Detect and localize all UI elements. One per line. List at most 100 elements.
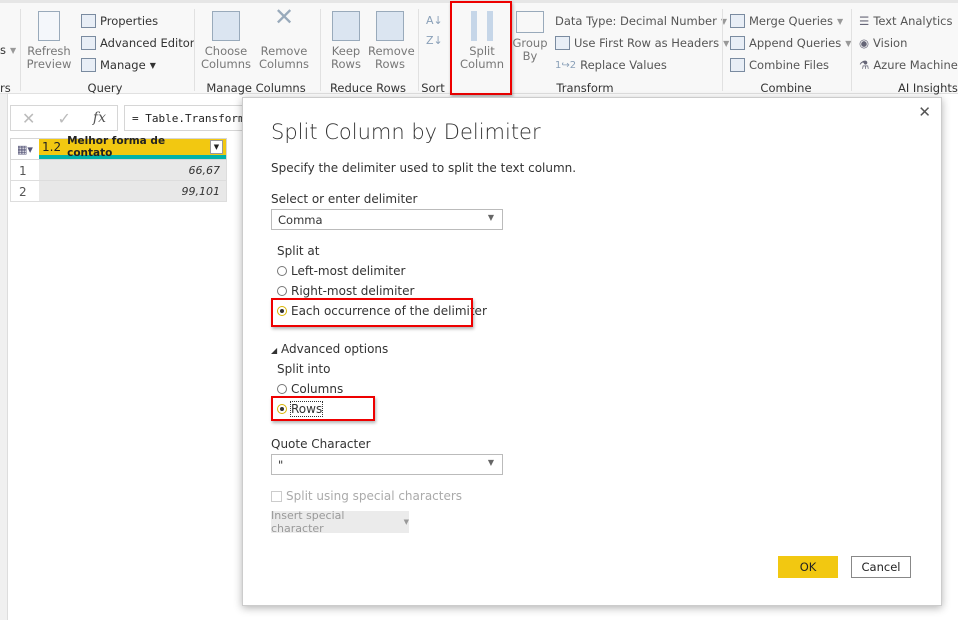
label: Use First Row as Headers (574, 36, 720, 50)
radio-right-most[interactable]: Right-most delimiter (277, 284, 414, 298)
group-label-sort: Sort (421, 81, 445, 95)
advanced-options-toggle[interactable]: ◢ Advanced options (271, 342, 388, 356)
row-number: 1 (19, 164, 27, 178)
group-by-button[interactable]: Group By (512, 11, 548, 63)
column-type-icon[interactable]: 1.2 (42, 140, 61, 154)
triangle-icon: ◢ (271, 346, 278, 355)
radio-icon (277, 266, 287, 276)
data-type-dropdown[interactable]: Data Type: Decimal Number ▼ (555, 14, 727, 28)
azure-ml-button[interactable]: ⚗ Azure Machine (859, 58, 958, 72)
row-number: 2 (19, 185, 27, 199)
use-first-row-button[interactable]: Use First Row as Headers ▼ (555, 36, 729, 50)
dialog-description: Specify the delimiter used to split the … (271, 161, 577, 175)
replace-values-button[interactable]: 1↪2 Replace Values (555, 58, 667, 72)
cell[interactable]: 66,67 (39, 160, 226, 180)
keep-rows-button[interactable]: Keep Rows (324, 11, 368, 71)
label: Columns (291, 382, 344, 396)
partial-button[interactable]: s ▼ (0, 43, 16, 57)
combine-icon (730, 58, 745, 72)
remove-rows-button[interactable]: Remove Rows (368, 11, 415, 71)
properties-icon (81, 14, 96, 28)
group-label-query: Query (87, 81, 123, 95)
radio-left-most[interactable]: Left-most delimiter (277, 264, 405, 278)
table-menu-icon[interactable]: ▦▾ (11, 139, 39, 159)
group-label-ai-insights: AI Insights (898, 81, 958, 95)
editor-icon (81, 36, 96, 50)
remove-columns-icon: ✕ (273, 3, 295, 31)
split-into-label: Split into (277, 362, 331, 376)
label: Data Type: Decimal Number (555, 14, 717, 28)
cancel-button[interactable]: Cancel (851, 556, 911, 578)
label: Text Analytics (873, 14, 953, 28)
insert-special-character-button[interactable]: Insert special character ▼ (271, 509, 409, 535)
chevron-down-icon: ▼ (487, 213, 494, 222)
split-column-dialog: ✕ Split Column by Delimiter Specify the … (242, 97, 942, 606)
columns-icon (212, 11, 240, 41)
queries-pane-collapsed (0, 94, 8, 620)
label: Advanced options (280, 342, 389, 356)
radio-icon (277, 384, 287, 394)
choose-columns-button[interactable]: Choose Columns (198, 11, 254, 71)
data-grid: ▦▾ 1.2 Melhor forma de contato ▼ 1 66,67 … (10, 135, 227, 202)
eye-icon: ◉ (859, 36, 870, 50)
refresh-preview-button[interactable]: Refresh Preview (26, 11, 72, 71)
dialog-title: Split Column by Delimiter (271, 120, 541, 144)
table-row[interactable]: 1 66,67 (10, 160, 227, 181)
text-analytics-button[interactable]: ☰ Text Analytics (859, 14, 952, 28)
remove-rows-icon (376, 11, 404, 41)
formula-buttons: ✕ ✓ fx (10, 105, 118, 131)
label: Split using special characters (286, 489, 463, 503)
label: Preview (26, 57, 72, 71)
flask-icon: ⚗ (859, 58, 870, 72)
group-label-combine: Combine (760, 81, 812, 95)
quote-character-select[interactable]: " ▼ (271, 454, 503, 475)
radio-icon (277, 286, 287, 296)
vision-button[interactable]: ◉ Vision (859, 36, 907, 50)
ok-button[interactable]: OK (778, 556, 838, 578)
group-by-icon (516, 11, 544, 33)
delimiter-select[interactable]: Comma ▼ (271, 209, 503, 230)
special-characters-checkbox[interactable]: Split using special characters (271, 489, 462, 503)
partial-group-label: rs (0, 81, 11, 95)
chevron-down-icon: ▼ (403, 518, 409, 526)
fx-icon[interactable]: fx (93, 110, 106, 126)
ribbon: s ▼ rs Refresh Preview Properties Advanced… (0, 0, 958, 95)
label: Advanced Editor (100, 36, 195, 50)
confirm-formula-icon[interactable]: ✓ (57, 109, 70, 128)
label: Properties (100, 14, 159, 28)
cancel-formula-icon[interactable]: ✕ (22, 109, 35, 128)
checkbox-icon (271, 490, 282, 502)
combine-files-button[interactable]: Combine Files (730, 58, 829, 72)
label: Replace Values (580, 58, 667, 72)
merge-queries-button[interactable]: Merge Queries ▼ (730, 14, 843, 28)
append-queries-button[interactable]: Append Queries ▼ (730, 36, 851, 50)
cell[interactable]: 99,101 (39, 181, 226, 201)
label: Columns (258, 57, 310, 71)
label: By (522, 49, 538, 63)
label: Combine Files (749, 58, 830, 72)
label: Azure Machine (873, 58, 958, 72)
group-label-manage-columns: Manage Columns (206, 81, 306, 95)
column-name: Melhor forma de contato (67, 135, 166, 159)
manage-button[interactable]: Manage ▼ (81, 58, 156, 72)
partial-label: s (0, 43, 6, 57)
refresh-icon (38, 11, 60, 41)
label: Manage (100, 58, 146, 72)
label: Right-most delimiter (291, 284, 415, 298)
label: Merge Queries (749, 14, 833, 28)
group-label-transform: Transform (556, 81, 614, 95)
label: Append Queries (749, 36, 842, 50)
close-icon[interactable]: ✕ (918, 103, 931, 121)
advanced-editor-button[interactable]: Advanced Editor (81, 36, 195, 50)
merge-icon (730, 14, 745, 28)
remove-columns-button[interactable]: ✕ Remove Columns (256, 3, 312, 71)
text-analytics-icon: ☰ (859, 14, 870, 28)
column-header[interactable]: 1.2 Melhor forma de contato ▼ (39, 135, 226, 159)
table-row[interactable]: 2 99,101 (10, 181, 227, 202)
filter-dropdown-icon[interactable]: ▼ (209, 140, 223, 154)
sort-ascending-icon[interactable]: A↓ Z↓ (426, 11, 443, 51)
quote-value: " (278, 458, 284, 472)
properties-button[interactable]: Properties (81, 14, 158, 28)
radio-columns[interactable]: Columns (277, 382, 343, 396)
replace-icon: 1↪2 (555, 59, 577, 71)
